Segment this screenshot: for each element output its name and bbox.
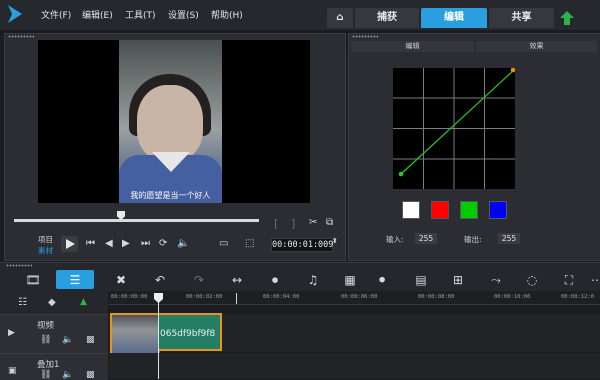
- home-button[interactable]: ⌂: [327, 8, 353, 28]
- swatch-white[interactable]: [402, 201, 420, 219]
- panel-grip[interactable]: [8, 35, 34, 38]
- input-value-field[interactable]: 255: [415, 233, 437, 244]
- video-subtitle: 我的愿望是当一个好人: [130, 191, 211, 200]
- more-tools-icon[interactable]: ⋯: [588, 273, 600, 287]
- subtitle-editor-icon[interactable]: ▤: [412, 273, 430, 287]
- menu-tools[interactable]: 工具(T): [125, 8, 156, 21]
- timecode-display[interactable]: 00:00:01:009: [271, 238, 333, 252]
- panel-tab-edit[interactable]: 编辑: [351, 41, 474, 52]
- record-capture-icon[interactable]: ⏺: [266, 273, 284, 288]
- storyboard-view-icon[interactable]: 🎞: [24, 273, 42, 287]
- track-manager-icon[interactable]: ☷: [18, 297, 27, 308]
- ruler-tick: 00:00:12:0: [561, 294, 595, 300]
- ruler-tick: 00:00:04:00: [263, 294, 300, 300]
- overlay-track-lane[interactable]: [109, 353, 600, 379]
- volume-icon[interactable]: 🔈: [177, 238, 189, 249]
- pan-zoom-icon[interactable]: ⛶: [560, 273, 578, 288]
- aspect-ratio-icon[interactable]: ▭: [219, 238, 228, 249]
- overlay-track-name: 叠加1: [37, 360, 60, 370]
- motion-tracking-icon[interactable]: ⚫: [373, 273, 391, 287]
- menu-edit[interactable]: 编辑(E): [82, 8, 113, 21]
- previous-frame-icon[interactable]: ◀: [105, 238, 113, 249]
- video-clip[interactable]: 065df9bf9f8: [158, 313, 222, 351]
- mark-in-icon[interactable]: [: [274, 217, 278, 230]
- preview-frame: 我的愿望是当一个好人: [119, 40, 222, 203]
- upload-arrow-icon[interactable]: [560, 11, 574, 25]
- ruler-tick: 00:00:10:00: [494, 294, 531, 300]
- go-to-start-icon[interactable]: ⏮: [86, 238, 95, 249]
- timeline-view-icon: ☰: [69, 273, 81, 287]
- split-scissors-icon[interactable]: ✂: [309, 217, 317, 228]
- mark-out-icon[interactable]: ]: [291, 217, 295, 230]
- playhead-line: [158, 297, 159, 379]
- output-label: 输出:: [464, 235, 482, 244]
- mode-clip[interactable]: 素材: [38, 245, 53, 256]
- auto-music-icon[interactable]: ▦: [341, 273, 359, 287]
- time-remap-icon[interactable]: ⤳: [487, 273, 505, 288]
- timecode-stepper-icon[interactable]: ⬍: [332, 237, 338, 245]
- mode-project[interactable]: 项目: [38, 234, 53, 245]
- enlarge-icon[interactable]: ⧉: [326, 217, 333, 228]
- zoom-up-icon[interactable]: ▲: [80, 297, 87, 307]
- panel-grip[interactable]: [352, 35, 378, 38]
- fit-project-icon[interactable]: ↔: [228, 273, 246, 287]
- link-icon[interactable]: ⛓: [40, 335, 51, 345]
- ruler-tick: 00:00:00:00: [111, 294, 148, 300]
- tab-capture[interactable]: 捕获: [355, 8, 419, 28]
- input-label: 输入:: [386, 235, 404, 244]
- multi-camera-icon[interactable]: ⊞: [449, 273, 467, 287]
- panel-grip[interactable]: [6, 264, 32, 267]
- selection-marker: [236, 293, 237, 304]
- home-icon: ⌂: [336, 12, 344, 23]
- redo-icon[interactable]: ↷: [190, 273, 208, 287]
- panel-tab-effect[interactable]: 效果: [476, 41, 597, 52]
- ruler-tick: 00:00:02:00: [186, 294, 223, 300]
- menu-help[interactable]: 帮助(H): [211, 8, 243, 21]
- swatch-green[interactable]: [460, 201, 478, 219]
- menu-settings[interactable]: 设置(S): [168, 8, 199, 21]
- video-track-name: 视频: [37, 321, 55, 331]
- swatch-red[interactable]: [431, 201, 449, 219]
- scrub-bar[interactable]: [14, 219, 259, 222]
- volume-icon[interactable]: 🔈: [62, 335, 73, 345]
- tab-edit[interactable]: 编辑: [421, 8, 487, 28]
- sound-mixer-icon[interactable]: ♫: [304, 273, 322, 287]
- subject-face: [137, 85, 203, 161]
- output-value-field[interactable]: 255: [498, 233, 520, 244]
- undo-icon[interactable]: ↶: [151, 273, 169, 287]
- clip-thumbnail[interactable]: [110, 313, 160, 355]
- mask-creator-icon[interactable]: ◌: [523, 273, 541, 287]
- crop-icon[interactable]: ⬚: [245, 238, 254, 249]
- next-frame-icon[interactable]: ▶: [122, 238, 130, 249]
- swatch-blue[interactable]: [489, 201, 507, 219]
- add-chapter-icon[interactable]: ◆: [48, 297, 56, 308]
- repeat-icon[interactable]: ⟳: [159, 238, 167, 249]
- app-logo: [8, 5, 22, 23]
- tools-icon[interactable]: ✖: [112, 273, 130, 287]
- tab-share[interactable]: 共享: [489, 8, 554, 28]
- ruler-tick: 00:00:06:00: [341, 294, 378, 300]
- ruler-tick: 00:00:08:00: [418, 294, 455, 300]
- overlay-track-icon: ▣: [8, 366, 17, 376]
- video-track-icon: ▶: [8, 328, 15, 338]
- menu-file[interactable]: 文件(F): [41, 8, 71, 21]
- play-icon: [66, 239, 75, 249]
- ripple-edit-icon[interactable]: ▩: [86, 335, 95, 345]
- tone-curve-graph[interactable]: [393, 68, 515, 189]
- go-to-end-icon[interactable]: ⏭: [141, 238, 150, 249]
